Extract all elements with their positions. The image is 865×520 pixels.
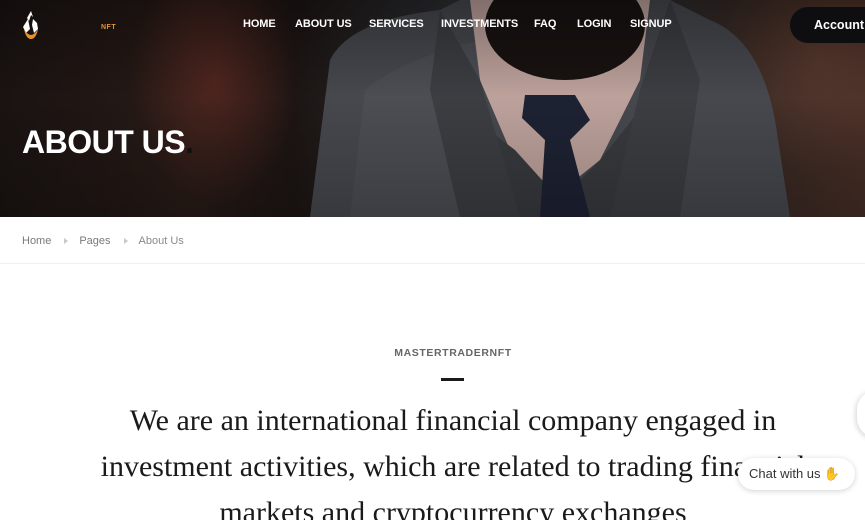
- section-kicker: MASTERTRADERNFT: [394, 347, 512, 359]
- nav-login[interactable]: LOGIN: [577, 18, 611, 30]
- breadcrumb: Home Pages About Us: [22, 234, 184, 248]
- nav-home[interactable]: HOME: [243, 18, 276, 30]
- breadcrumb-separator-icon: [123, 238, 128, 244]
- breadcrumb-separator-icon: [64, 238, 69, 244]
- breadcrumb-current: About Us: [138, 235, 184, 247]
- nav-services[interactable]: SERVICES: [369, 18, 424, 30]
- main-nav: HOME ABOUT US SERVICES INVESTMENTS FAQ L…: [0, 18, 865, 34]
- account-button[interactable]: Account: [790, 7, 865, 43]
- about-statement: We are an international financial compan…: [100, 404, 806, 520]
- nav-investments[interactable]: INVESTMENTS: [441, 18, 518, 30]
- section-divider: [0, 263, 865, 264]
- chat-widget-button[interactable]: Chat with us ✋: [738, 458, 855, 490]
- page-title: ABOUT US.: [22, 124, 194, 161]
- nav-signup[interactable]: SIGNUP: [630, 18, 672, 30]
- chat-label: Chat with us: [749, 466, 821, 481]
- kicker-underline: [441, 378, 464, 381]
- page-title-text: ABOUT US: [22, 124, 186, 160]
- page-title-dot: .: [185, 124, 194, 160]
- waving-hand-icon: ✋: [823, 466, 840, 481]
- chat-launcher-edge[interactable]: [857, 390, 865, 438]
- breadcrumb-home[interactable]: Home: [22, 235, 51, 247]
- breadcrumb-pages[interactable]: Pages: [79, 235, 110, 247]
- nav-about-us[interactable]: ABOUT US: [295, 18, 352, 30]
- nav-faq[interactable]: FAQ: [534, 18, 556, 30]
